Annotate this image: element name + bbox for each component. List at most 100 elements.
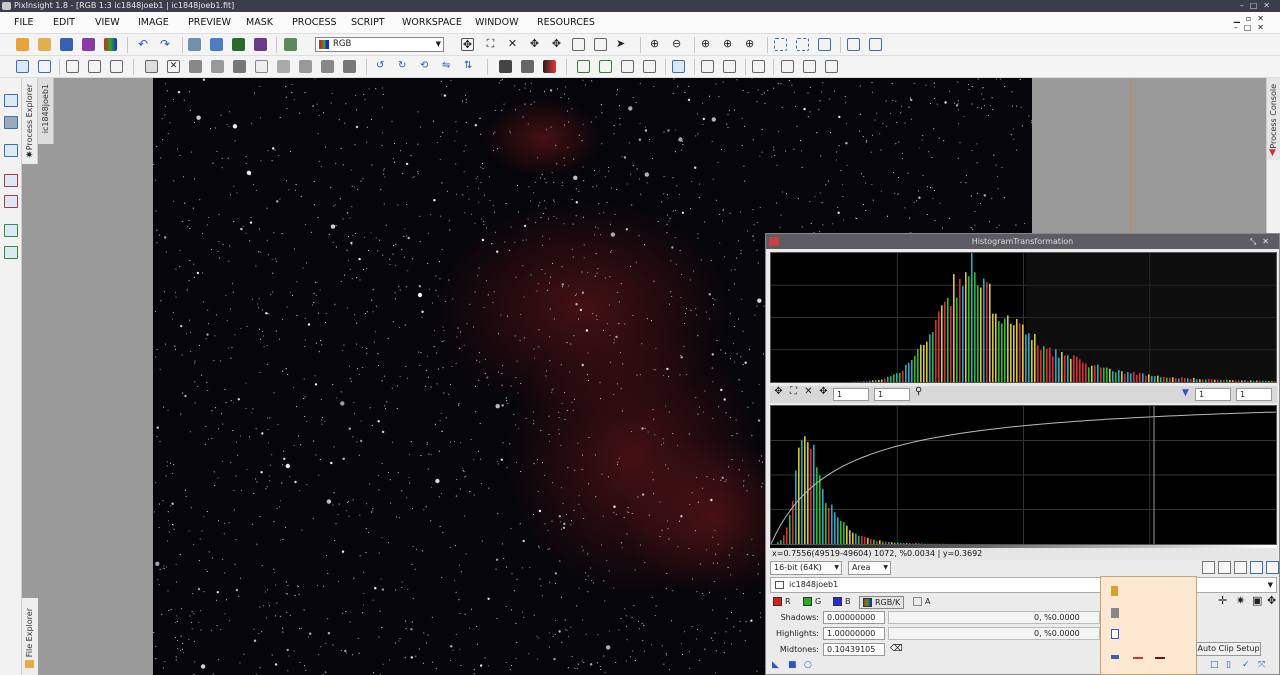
- zoom-1-2-icon[interactable]: ⊕: [723, 38, 736, 51]
- process-4-icon[interactable]: [643, 60, 656, 73]
- menu-view[interactable]: VIEW: [95, 17, 120, 28]
- fit-window-icon[interactable]: [796, 38, 809, 51]
- new-instance-icon[interactable]: ◣: [772, 660, 779, 670]
- move-icon[interactable]: ✥: [817, 386, 830, 399]
- gear-icon[interactable]: ✷: [1236, 595, 1249, 608]
- readout-icon[interactable]: [672, 60, 685, 73]
- channel-a-toggle[interactable]: A: [913, 596, 930, 609]
- zoom-in-icon[interactable]: ⊕: [650, 38, 663, 51]
- histogram-title-bar[interactable]: HistogramTransformation ⤡✕: [766, 234, 1279, 249]
- out-zoom-h-spinner[interactable]: 1: [1195, 388, 1231, 401]
- tool-3-icon[interactable]: [752, 60, 765, 73]
- menu-script[interactable]: SCRIPT: [351, 17, 385, 28]
- fit-icon[interactable]: ⛶: [484, 38, 497, 51]
- rotate-left-icon[interactable]: ↺: [376, 60, 389, 73]
- cascade-icon[interactable]: [869, 38, 882, 51]
- process-console-tab[interactable]: Process Console ▼: [1267, 78, 1280, 160]
- mask-mode-3-icon[interactable]: [321, 60, 334, 73]
- move-preview-icon[interactable]: ✥: [550, 38, 563, 51]
- tool-2-icon[interactable]: [723, 60, 736, 73]
- mask-enable-icon[interactable]: [145, 60, 158, 73]
- view-select[interactable]: ic1848joeb1 ▼: [770, 577, 1277, 593]
- mask-overlay-icon[interactable]: [255, 60, 268, 73]
- menu-edit[interactable]: EDIT: [53, 17, 75, 28]
- stf-icon[interactable]: [232, 38, 245, 51]
- zoom-fit-icon[interactable]: ✕: [506, 38, 519, 51]
- channel-b-toggle[interactable]: B: [833, 596, 851, 609]
- tool-6-icon[interactable]: [825, 60, 838, 73]
- grid-icon[interactable]: [1266, 561, 1279, 574]
- menu-file[interactable]: FILE: [14, 17, 34, 28]
- history-icon[interactable]: [188, 38, 201, 51]
- zoom-out-icon[interactable]: ⊖: [672, 38, 685, 51]
- optimize-window-icon[interactable]: [818, 38, 831, 51]
- browse-icon[interactable]: □: [1210, 660, 1219, 670]
- channel-select[interactable]: RGB ▼: [315, 37, 444, 52]
- image-icon[interactable]: [60, 38, 73, 51]
- tool-4-icon[interactable]: [781, 60, 794, 73]
- zoom-1-1-icon[interactable]: ⊕: [701, 38, 714, 51]
- window-controls[interactable]: –□✕: [1240, 0, 1276, 12]
- magnifier-icon[interactable]: ⚲: [915, 386, 928, 399]
- menu-preview[interactable]: PREVIEW: [188, 17, 231, 28]
- workspace-3-icon[interactable]: [4, 144, 18, 157]
- stf-link-icon[interactable]: [543, 60, 556, 73]
- tile-icon[interactable]: [847, 38, 860, 51]
- auto-clip-setup-button[interactable]: Auto Clip Setup: [1196, 642, 1261, 656]
- menu-resources[interactable]: RESOURCES: [537, 17, 595, 28]
- move-icon[interactable]: ✥: [1267, 595, 1280, 608]
- clear-icon[interactable]: ⌫: [890, 644, 903, 654]
- mask-mode-2-icon[interactable]: [299, 60, 312, 73]
- window-icon[interactable]: [38, 60, 51, 73]
- crosshair-icon[interactable]: ✛: [1218, 595, 1231, 608]
- move-icon[interactable]: ✥: [528, 38, 541, 51]
- tool-b-icon[interactable]: [1111, 608, 1119, 618]
- preview-icon[interactable]: [572, 38, 585, 51]
- bit-depth-select[interactable]: 16-bit (64K) ▼: [770, 561, 842, 575]
- mask-blue-icon[interactable]: [233, 60, 246, 73]
- fit-icon[interactable]: ✕: [802, 386, 815, 399]
- channel-r-toggle[interactable]: R: [773, 596, 791, 609]
- undo-icon[interactable]: ↶: [138, 38, 151, 51]
- pointer-icon[interactable]: ➤: [616, 38, 629, 51]
- color-space-icon[interactable]: [104, 38, 117, 51]
- mask-remove-icon[interactable]: ✕: [167, 60, 180, 73]
- tool-a-icon[interactable]: [1111, 586, 1118, 596]
- graph-style-2-icon[interactable]: [1218, 561, 1231, 574]
- menu-window[interactable]: WINDOW: [475, 17, 519, 28]
- mdi-controls[interactable]: ▁▫✕ –□✕: [1234, 14, 1270, 32]
- mirror-horizontal-icon[interactable]: ⇋: [442, 60, 455, 73]
- rotate-right-icon[interactable]: ↻: [398, 60, 411, 73]
- tool-5-icon[interactable]: [803, 60, 816, 73]
- mask-icon[interactable]: [66, 60, 79, 73]
- zoom-h-spinner[interactable]: 1: [833, 388, 869, 401]
- workspace-6-icon[interactable]: [4, 224, 18, 237]
- process-3-icon[interactable]: [621, 60, 634, 73]
- mask-mode-1-icon[interactable]: [277, 60, 290, 73]
- zoom-1-3-icon[interactable]: ⊕: [745, 38, 758, 51]
- image-tab[interactable]: ic1848joeb1: [38, 78, 54, 144]
- pan-icon[interactable]: ✥: [772, 386, 785, 399]
- render-mode-select[interactable]: Area ▼: [848, 561, 891, 575]
- duplicate-icon[interactable]: [82, 38, 95, 51]
- redo-icon[interactable]: ↷: [160, 38, 173, 51]
- process-2-icon[interactable]: [599, 60, 612, 73]
- tool-d-icon[interactable]: [1111, 655, 1119, 659]
- new-preview-icon[interactable]: [284, 38, 297, 51]
- reset-icon[interactable]: ▣: [1252, 595, 1265, 608]
- zoom-v-spinner[interactable]: 1: [874, 388, 910, 401]
- zoom-icon[interactable]: ⛶: [787, 386, 800, 399]
- apply-icon[interactable]: ■: [788, 660, 797, 670]
- workspace-icon[interactable]: [16, 60, 29, 73]
- file-explorer-tab[interactable]: File Explorer: [22, 598, 38, 675]
- stf-reset-icon[interactable]: [521, 60, 534, 73]
- apply-global-icon[interactable]: ○: [804, 660, 812, 670]
- pan-mode-icon[interactable]: ✥: [461, 38, 474, 51]
- workspace-5-icon[interactable]: [4, 195, 18, 208]
- workspace-2-icon[interactable]: [4, 116, 18, 129]
- midtones-input[interactable]: 0.10439105: [823, 643, 885, 656]
- mask-red-icon[interactable]: [189, 60, 202, 73]
- graph-style-1-icon[interactable]: [1202, 561, 1215, 574]
- reset-icon[interactable]: ⤧: [1258, 660, 1265, 670]
- stf-auto-icon[interactable]: [499, 60, 512, 73]
